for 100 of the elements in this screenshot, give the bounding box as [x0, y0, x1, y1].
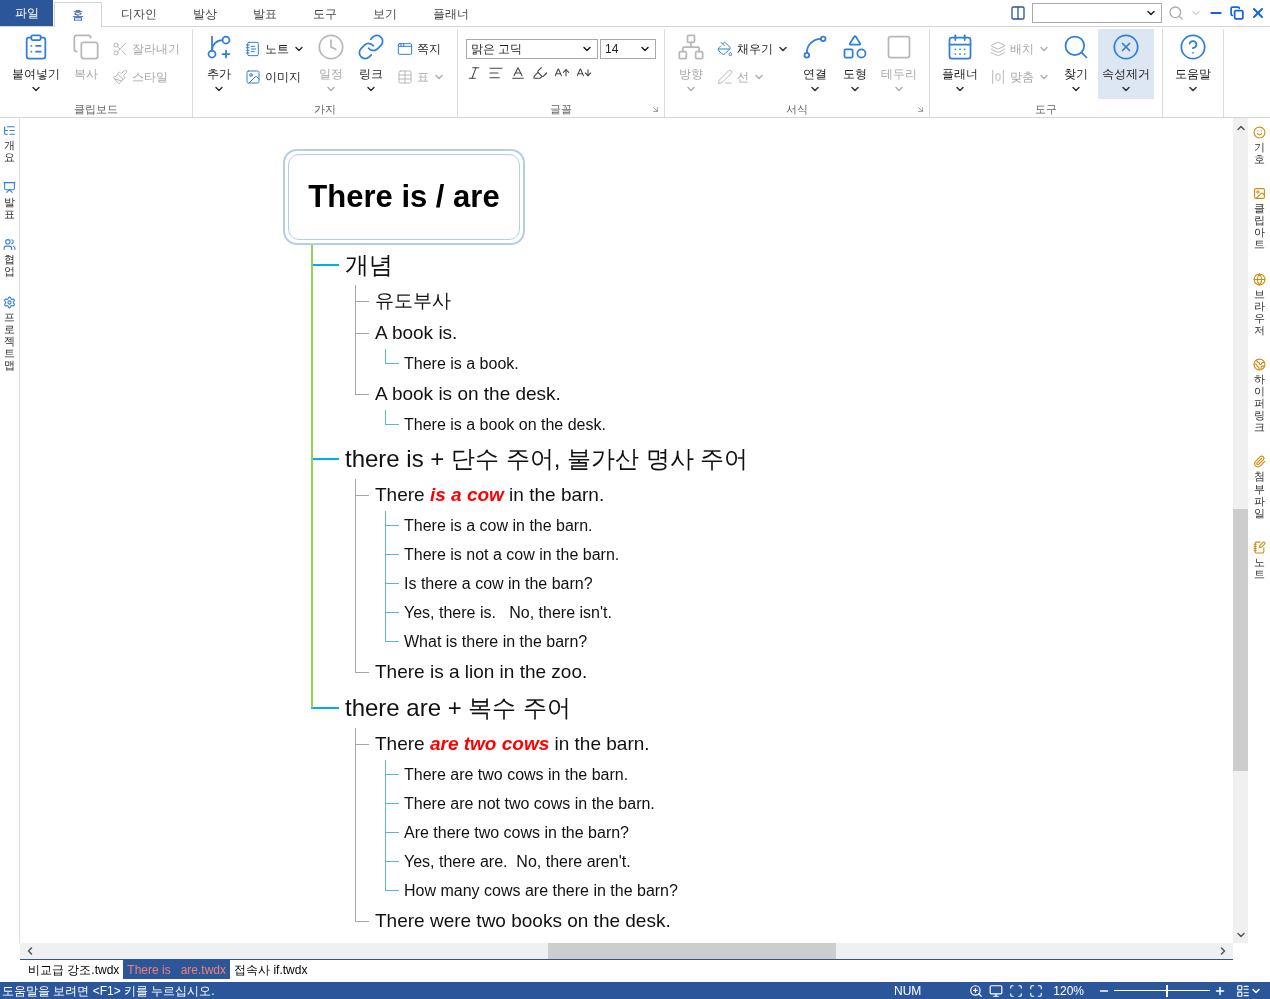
layers-icon	[990, 41, 1006, 57]
ribbon-button[interactable]: 플래너	[938, 29, 982, 99]
view-icon[interactable]	[1236, 983, 1250, 998]
full-zoom-icon[interactable]	[1029, 983, 1044, 998]
ribbon-tab[interactable]: 도구	[296, 2, 354, 26]
notebook-icon	[1252, 540, 1266, 554]
node-label[interactable]: 개념	[345, 247, 393, 283]
branch-plus-icon	[205, 33, 233, 61]
align-left-icon[interactable]	[488, 65, 504, 81]
node-label[interactable]: There is a cow in the barn.	[404, 513, 593, 538]
ribbon-button[interactable]: 추가	[201, 29, 237, 99]
node-label[interactable]: Are there two cows in the barn?	[404, 820, 629, 845]
ribbon-tab[interactable]: 플래너	[416, 2, 486, 26]
root-topic[interactable]: There is / are	[283, 149, 525, 245]
panel-tab-label[interactable]: 협업	[4, 253, 15, 278]
ribbon-button[interactable]: 찾기	[1058, 29, 1094, 99]
people-icon	[3, 238, 16, 252]
panel-tab-label[interactable]: 클립아트	[1253, 202, 1265, 251]
group-label: 글꼴	[550, 101, 572, 117]
panel-tab-label[interactable]: 기호	[1253, 141, 1265, 166]
root-title: There is / are	[308, 177, 500, 216]
panel-tab-label[interactable]: 프로젝트맵	[4, 310, 15, 372]
ribbon-button[interactable]: 도형	[837, 29, 873, 99]
node-label[interactable]: A book is on the desk.	[375, 379, 561, 409]
panel-tab-label[interactable]: 발표	[4, 196, 15, 221]
node-label[interactable]: There is a cow in the barn.	[375, 480, 605, 510]
font-color-icon[interactable]	[510, 65, 526, 81]
ribbon-button[interactable]: 링크	[353, 29, 389, 99]
paperclip-icon	[1252, 455, 1266, 469]
outline-icon	[3, 124, 16, 137]
node-label[interactable]: there are + 복수 주어	[345, 690, 572, 726]
node-label[interactable]: Is there a cow in the barn?	[404, 571, 593, 596]
ribbon-button[interactable]: 노트	[241, 37, 309, 61]
zoom-in-icon[interactable]	[1214, 984, 1226, 997]
node-label[interactable]: There is not a cow in the barn.	[404, 542, 620, 567]
help-icon	[1179, 33, 1207, 61]
fit-icon[interactable]	[1009, 983, 1024, 998]
font-combo[interactable]: 맑은 고딕	[466, 39, 598, 59]
calendar-icon	[946, 33, 974, 61]
panel-tab-label[interactable]: 첨부파일	[1253, 470, 1265, 519]
highlighter-icon[interactable]	[532, 65, 548, 81]
clock-icon	[317, 33, 345, 61]
node-label[interactable]: There are not two cows in the barn.	[404, 791, 655, 816]
font-size-combo[interactable]: 14	[600, 39, 656, 59]
ribbon-button[interactable]: 붙여넣기	[8, 29, 64, 99]
ribbon-button[interactable]: 쪽지	[393, 37, 449, 61]
panel-tab-label[interactable]: 브라우저	[1253, 287, 1265, 336]
launcher-icon[interactable]	[916, 105, 925, 114]
node-label[interactable]: There are two cows in the barn.	[375, 729, 650, 759]
node-label[interactable]: What is there in the barn?	[404, 629, 588, 654]
node-label[interactable]: There is a book on the desk.	[404, 412, 606, 437]
ribbon-button[interactable]: 채우기	[713, 37, 793, 61]
horizontal-scrollbar[interactable]	[20, 943, 1233, 960]
layout-icon[interactable]	[1010, 5, 1026, 21]
scrollbar-thumb[interactable]	[1233, 509, 1248, 771]
ribbon-tab[interactable]: 홈	[54, 2, 102, 27]
node-label[interactable]: How many cows are there in the barn?	[404, 878, 678, 903]
node-label[interactable]: There is a book.	[404, 351, 519, 376]
vertical-scrollbar[interactable]	[1233, 118, 1248, 943]
link-icon	[357, 33, 385, 61]
shapes-icon	[841, 33, 869, 61]
ribbon-tab[interactable]: 디자인	[104, 2, 174, 26]
ribbon-button[interactable]: 속성제거	[1098, 29, 1154, 99]
scrollbar-thumb[interactable]	[548, 943, 836, 959]
node-label[interactable]: There are two cows in the barn.	[404, 762, 629, 787]
ribbon-button[interactable]: 도움말	[1171, 29, 1215, 99]
ribbon-button[interactable]: 이미지	[241, 65, 309, 89]
italic-icon[interactable]	[466, 65, 482, 81]
pen-icon	[717, 69, 733, 85]
zoom-icon[interactable]	[969, 983, 984, 998]
ribbon-button[interactable]: 연결	[797, 29, 833, 99]
node-label[interactable]: There is a lion in the zoo.	[375, 657, 588, 687]
presentation-icon	[3, 181, 16, 195]
panel-tab-label[interactable]: 하이퍼링크	[1253, 372, 1265, 434]
close-icon[interactable]	[1250, 5, 1266, 21]
ribbon-tab[interactable]: 보기	[356, 2, 414, 26]
ribbon-tab[interactable]: 발상	[176, 2, 234, 26]
node-label[interactable]: Yes, there are. No, there aren't.	[404, 849, 631, 874]
zoom-level: 120%	[1053, 982, 1084, 999]
search-icon	[1062, 33, 1090, 61]
curve-icon	[801, 33, 829, 61]
launcher-icon[interactable]	[651, 105, 660, 114]
file-tab[interactable]: 파일	[0, 0, 53, 26]
node-label[interactable]: there is + 단수 주어, 불가산 명사 주어	[345, 441, 749, 477]
smiley-icon	[1252, 126, 1266, 139]
panel-tab-label[interactable]: 노트	[1253, 555, 1265, 580]
restore-icon[interactable]	[1230, 6, 1244, 20]
paint-bucket-icon	[717, 41, 733, 57]
monitor-icon[interactable]	[989, 983, 1004, 998]
tree-icon	[677, 33, 705, 61]
document-tab[interactable]: 접속사 if.twdx	[230, 960, 312, 979]
zoom-slider[interactable]	[1114, 984, 1210, 997]
node-label[interactable]: There were two books on the desk.	[375, 906, 671, 936]
node-label[interactable]: 유도부사	[375, 286, 451, 316]
node-label[interactable]: Yes, there is. No, there isn't.	[404, 600, 612, 625]
ribbon-tab[interactable]: 발표	[236, 2, 294, 26]
node-label[interactable]: A book is.	[375, 318, 458, 348]
group-label: 클립보드	[74, 101, 118, 117]
document-tab[interactable]: 비교급 강조.twdx	[24, 960, 124, 979]
panel-tab-label[interactable]: 개요	[4, 139, 15, 164]
